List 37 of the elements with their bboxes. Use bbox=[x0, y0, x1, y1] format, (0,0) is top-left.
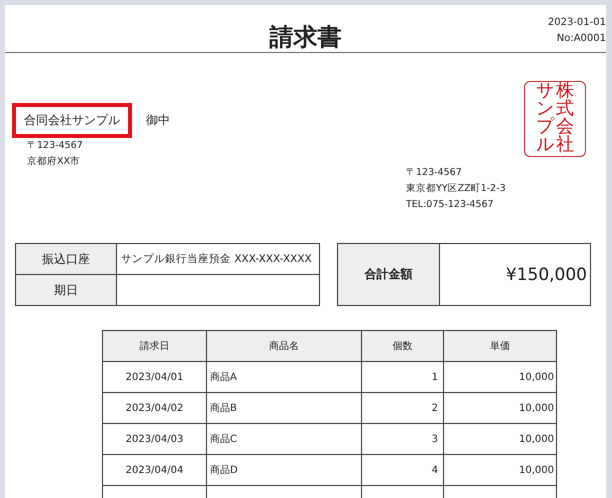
issuer-address: 東京都YY区ZZ町1-2-3 bbox=[406, 182, 507, 196]
seal-text: サンプル bbox=[536, 82, 554, 156]
table-cell: 2023/04/03 bbox=[103, 424, 207, 454]
table-cell: 商品D bbox=[207, 455, 362, 485]
issuer-phone: TEL:075-123-4567 bbox=[406, 198, 495, 212]
invoice-title: 請求書 bbox=[270, 22, 342, 52]
client-address: 京都府XX市 bbox=[26, 155, 82, 169]
table-cell: 3 bbox=[362, 424, 444, 454]
client-honorific: 御中 bbox=[146, 112, 170, 129]
table-cell: 2 bbox=[362, 393, 444, 423]
table-header-cell: 期日 bbox=[16, 275, 117, 305]
total-label: 合計金額 bbox=[338, 244, 440, 305]
invoice-number: No:A0001 bbox=[556, 32, 606, 46]
client-name: 合同会社サンプル bbox=[12, 103, 132, 138]
column-header: 単価 bbox=[489, 340, 511, 354]
column-header: 個数 bbox=[362, 331, 444, 361]
table-cell: 2023/04/02 bbox=[103, 393, 207, 423]
table-header-cell: 振込口座 bbox=[16, 244, 117, 274]
table-cell: 2023/04/01 bbox=[103, 362, 207, 392]
table-cell: 商品C bbox=[207, 424, 362, 454]
table-cell-text: サンプル銀行当座預金 XXX-XXX-XXXX bbox=[120, 252, 313, 267]
invoice-date: 2023-01-01 bbox=[548, 16, 606, 30]
seal-text: 株式会社 bbox=[556, 82, 574, 156]
client-postal-code: 〒123-4567 bbox=[26, 139, 84, 153]
total-amount: ¥150,000 bbox=[504, 264, 588, 286]
issuer-postal-code: 〒123-4567 bbox=[406, 166, 463, 180]
table-cell-text: 10,000 bbox=[518, 402, 555, 416]
table-cell-text: 10,000 bbox=[518, 432, 555, 446]
table-cell: 4 bbox=[362, 455, 444, 485]
table-cell: 2023/04/04 bbox=[103, 455, 207, 485]
table-cell-text: 10,000 bbox=[518, 464, 555, 478]
column-header: 請求日 bbox=[103, 331, 207, 361]
table-cell: 商品B bbox=[207, 393, 362, 423]
table-cell-text: 10,000 bbox=[518, 370, 555, 384]
table-cell: 1 bbox=[362, 362, 444, 392]
table-cell: 商品A bbox=[207, 362, 362, 392]
column-header: 商品名 bbox=[207, 331, 362, 361]
